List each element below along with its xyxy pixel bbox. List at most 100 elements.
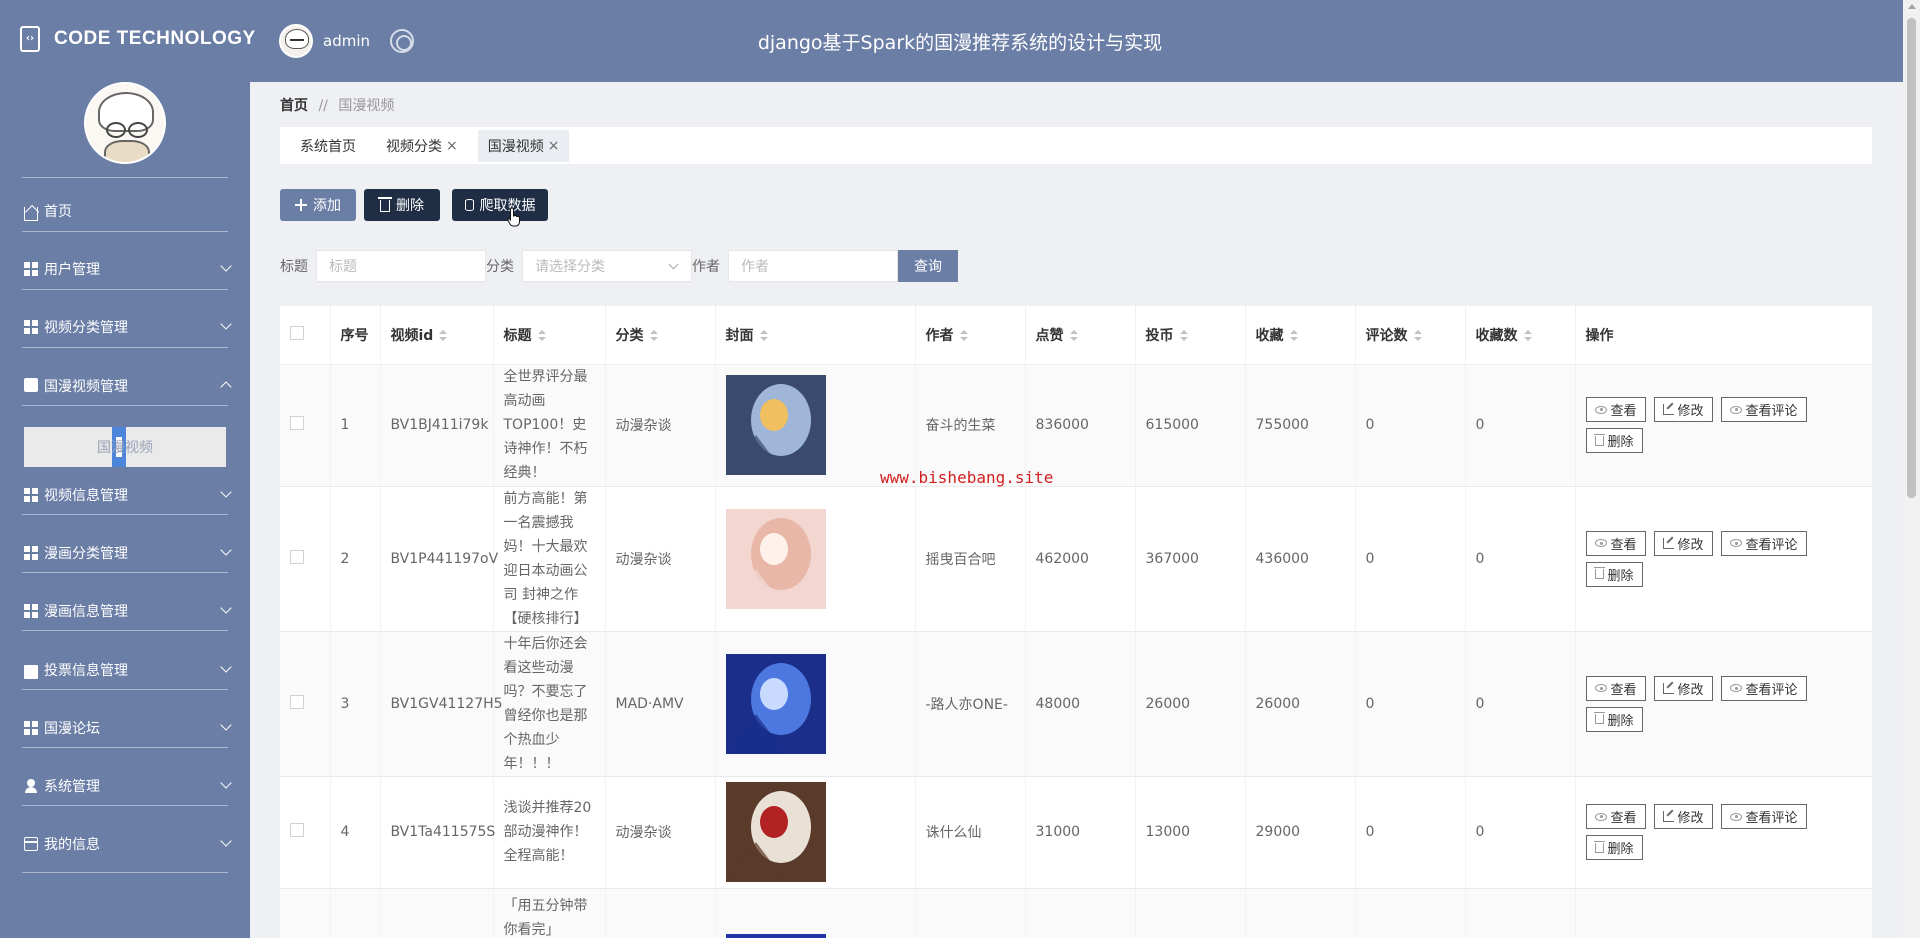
sort-icon[interactable] [759, 329, 768, 342]
sidebar-item-video-category[interactable]: 视频分类管理 [24, 312, 232, 342]
column-header[interactable]: 分类 [605, 306, 716, 365]
sort-icon[interactable] [1413, 329, 1422, 342]
sidebar-item-video-info[interactable]: 视频信息管理 [24, 480, 232, 510]
scroll-up-icon[interactable] [1908, 4, 1916, 9]
column-header[interactable]: 标题 [493, 306, 606, 365]
cell-video-id: BV1P441197oV [380, 486, 498, 632]
row-checkbox[interactable] [290, 694, 304, 709]
sort-icon[interactable] [649, 329, 658, 342]
cover-image[interactable] [725, 933, 826, 938]
column-header[interactable]: 点赞 [1025, 306, 1136, 365]
submenu-item-guoman-video[interactable]: 国漫视频 [24, 427, 226, 467]
grid-icon [24, 604, 38, 618]
row-actions: 查看 修改 查看评论 删除 [1585, 804, 1866, 860]
checkbox-cell [280, 486, 331, 632]
sort-icon[interactable] [1523, 329, 1532, 342]
select-all-checkbox[interactable] [290, 325, 304, 340]
view-button[interactable]: 查看 [1585, 397, 1646, 422]
crawl-data-button[interactable]: 爬取数据 [452, 189, 548, 221]
sidebar-item-my-info[interactable]: 我的信息 [24, 829, 232, 859]
sort-icon[interactable] [1289, 329, 1298, 342]
cell-fav-count [1465, 888, 1576, 938]
cover-image[interactable] [725, 782, 826, 882]
author-input[interactable]: 作者 [728, 250, 898, 282]
sidebar-item-comic-category[interactable]: 漫画分类管理 [24, 538, 232, 568]
sidebar-item-guoman-video[interactable]: 国漫视频管理 [24, 371, 232, 401]
cover-image[interactable] [725, 508, 826, 609]
close-icon[interactable]: × [548, 138, 560, 154]
chevron-up-icon [220, 381, 232, 393]
view-comments-button[interactable]: 查看评论 [1720, 397, 1807, 422]
row-checkbox[interactable] [290, 549, 304, 564]
delete-button[interactable]: 删除 [364, 189, 440, 221]
grid-icon [24, 488, 38, 502]
cell-title: 「用五分钟带你看完」 [493, 888, 606, 938]
column-header[interactable]: 收藏 [1245, 306, 1356, 365]
delete-row-button[interactable]: 删除 [1585, 706, 1643, 732]
category-select[interactable]: 请选择分类 [522, 250, 692, 282]
column-header[interactable]: 投币 [1135, 306, 1246, 365]
eye-icon [1729, 812, 1742, 821]
edit-button[interactable]: 修改 [1653, 397, 1713, 422]
row-checkbox[interactable] [290, 416, 304, 430]
delete-row-button[interactable]: 删除 [1585, 428, 1643, 453]
trash-icon [1593, 433, 1605, 446]
author-label: 作者 [692, 259, 720, 275]
cell-actions: 查看 修改 查看评论 删除 [1575, 631, 1872, 777]
view-button[interactable]: 查看 [1585, 530, 1646, 556]
query-button[interactable]: 查询 [898, 250, 958, 282]
sort-icon[interactable] [959, 329, 968, 342]
delete-row-button[interactable]: 删除 [1585, 561, 1643, 587]
column-header[interactable]: 封面 [715, 306, 916, 365]
view-comments-button[interactable]: 查看评论 [1720, 804, 1807, 829]
tab-label: 国漫视频 [487, 138, 544, 155]
scrollbar[interactable] [1903, 0, 1920, 938]
add-button[interactable]: 添加 [280, 189, 356, 221]
trash-icon [1593, 712, 1605, 724]
column-header[interactable]: 评论数 [1355, 306, 1466, 365]
cover-image[interactable] [725, 375, 826, 475]
view-comments-button[interactable]: 查看评论 [1720, 530, 1807, 556]
tab-video-category[interactable]: 视频分类 × [376, 130, 468, 162]
delete-row-button[interactable]: 删除 [1585, 835, 1643, 860]
column-header[interactable]: 收藏数 [1465, 306, 1576, 365]
scrollbar-thumb[interactable] [1907, 18, 1916, 498]
edit-icon [1662, 537, 1674, 549]
cell-category: 动漫杂谈 [605, 486, 716, 632]
edit-button[interactable]: 修改 [1653, 530, 1713, 556]
sidebar-item-system[interactable]: 系统管理 [24, 771, 232, 801]
sort-icon[interactable] [439, 329, 448, 342]
cell-category: 动漫杂谈 [605, 364, 716, 487]
cell-likes: 462000 [1025, 486, 1136, 632]
sort-icon[interactable] [537, 329, 546, 342]
cell-no: 2 [330, 486, 381, 632]
view-button[interactable]: 查看 [1585, 804, 1646, 829]
tab-system-home[interactable]: 系统首页 [290, 130, 366, 162]
sort-icon[interactable] [1069, 329, 1078, 342]
cell-no: 3 [330, 631, 381, 777]
close-icon[interactable]: × [446, 138, 458, 154]
sidebar-item-forum[interactable]: 国漫论坛 [24, 713, 232, 743]
view-button[interactable]: 查看 [1585, 675, 1646, 701]
sort-icon[interactable] [1179, 329, 1188, 342]
row-checkbox[interactable] [290, 823, 304, 837]
edit-button[interactable]: 修改 [1653, 804, 1713, 829]
chevron-down-icon [220, 486, 232, 498]
sidebar-item-comic-info[interactable]: 漫画信息管理 [24, 596, 232, 626]
tab-guoman-video[interactable]: 国漫视频 × [477, 129, 570, 162]
cover-image[interactable] [725, 653, 826, 754]
sidebar-item-user-management[interactable]: 用户管理 [24, 254, 232, 284]
sidebar-item-home[interactable]: 首页 [24, 196, 230, 226]
title-input[interactable]: 标题 [316, 250, 486, 282]
add-button-label: 添加 [313, 198, 341, 214]
cell-author: -路人亦ONE- [915, 631, 1026, 777]
column-header[interactable]: 作者 [915, 306, 1026, 365]
breadcrumb-home[interactable]: 首页 [280, 98, 308, 114]
tab-label: 视频分类 [386, 138, 442, 155]
table-row: 4 BV1Ta411575S 浅谈并推荐20部动漫神作！全程高能！ 动漫杂谈 诛… [280, 776, 1872, 889]
view-comments-button[interactable]: 查看评论 [1720, 675, 1807, 701]
edit-button[interactable]: 修改 [1653, 675, 1713, 701]
column-header[interactable]: 视频id [380, 306, 494, 365]
chevron-down-icon [220, 835, 232, 847]
sidebar-item-vote-info[interactable]: 投票信息管理 [24, 655, 232, 685]
